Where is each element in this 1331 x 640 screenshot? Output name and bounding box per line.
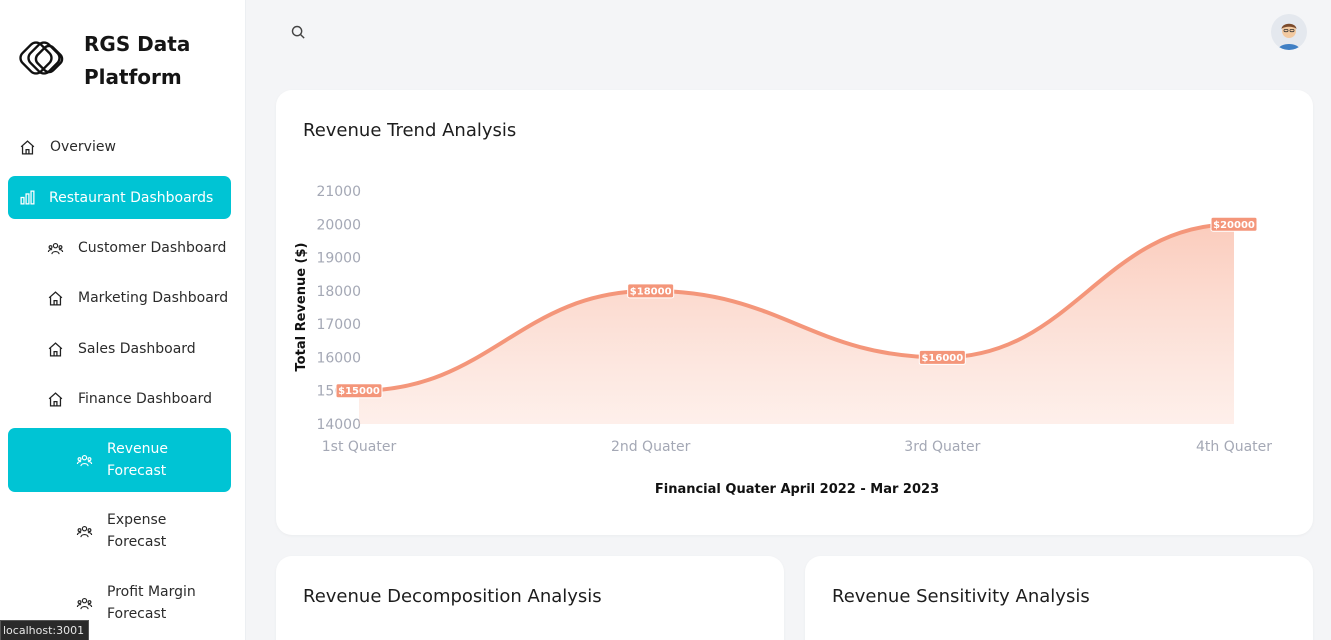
data-label-text: $18000 [630,286,672,297]
y-tick-label: 18000 [316,284,361,300]
sidebar-item-label: Marketing Dashboard [78,290,229,306]
revenue-decomposition-card: Revenue Decomposition Analysis [276,556,784,640]
home-icon [46,390,64,408]
bar-chart-icon [18,189,36,207]
sidebar-item-label: Finance Dashboard [78,391,212,407]
brand-logo-icon [19,41,64,75]
sidebar-item-label: Sales Dashboard [78,341,196,357]
sidebar-item-label: Restaurant Dashboards [49,189,214,206]
status-bar-url: localhost:3001 [0,620,90,640]
sidebar-item-label: Revenue Forecast [107,441,168,479]
y-tick-label: 14000 [316,417,361,433]
sidebar-item-finance-dashboard[interactable]: Finance Dashboard [46,388,212,410]
sidebar-item-overview[interactable]: Overview [18,136,116,158]
data-label-text: $16000 [921,353,963,364]
card-title: Revenue Decomposition Analysis [303,586,602,607]
brand-name: RGS Data Platform [84,32,191,89]
users-icon [75,594,93,612]
sidebar: RGS Data Platform Overview Restaurant Da… [0,0,246,640]
home-icon [46,340,64,358]
x-tick-label: 2nd Quater [611,439,691,455]
users-icon [75,451,93,469]
sidebar-item-label: Expense Forecast [107,512,167,550]
sidebar-item-marketing-dashboard[interactable]: Marketing Dashboard [46,287,228,309]
y-axis-title: Total Revenue ($) [294,243,309,372]
revenue-trend-chart: 1400015000160001700018000190002000021000… [294,184,1272,497]
data-label: $18000 [627,283,675,299]
y-tick-label: 21000 [316,184,361,200]
x-tick-label: 1st Quater [322,439,397,455]
sidebar-item-label: Customer Dashboard [78,240,227,256]
sidebar-item-revenue-forecast[interactable]: Revenue Forecast [8,428,231,492]
avatar-icon[interactable] [1271,14,1307,50]
sidebar-item-customer-dashboard[interactable]: Customer Dashboard [46,237,226,259]
sidebar-item-label: Profit Margin Forecast [107,584,196,622]
home-icon [18,138,36,156]
users-icon [75,522,93,540]
revenue-sensitivity-card: Revenue Sensitivity Analysis [805,556,1313,640]
home-icon [46,289,64,307]
search-icon[interactable] [290,24,307,41]
sidebar-item-label: Overview [50,139,116,155]
y-tick-label: 19000 [316,251,361,267]
brand[interactable]: RGS Data Platform [14,28,204,94]
x-tick-label: 3rd Quater [904,439,980,455]
x-tick-label: 4th Quater [1196,439,1272,455]
sidebar-item-profit-margin-forecast[interactable]: Profit Margin Forecast [75,581,207,625]
card-title: Revenue Sensitivity Analysis [832,586,1090,607]
sidebar-item-restaurant-dashboards[interactable]: Restaurant Dashboards [8,176,231,219]
y-tick-label: 16000 [316,350,361,366]
users-icon [46,239,64,257]
data-label-text: $15000 [338,386,380,397]
revenue-trend-card: Revenue Trend Analysis 14000150001600017… [276,90,1313,535]
data-label: $16000 [918,349,966,365]
data-label-text: $20000 [1213,220,1255,231]
y-tick-label: 20000 [316,217,361,233]
sidebar-item-expense-forecast[interactable]: Expense Forecast [75,509,187,553]
sidebar-item-sales-dashboard[interactable]: Sales Dashboard [46,338,196,360]
data-label: $15000 [335,383,383,399]
data-label: $20000 [1210,216,1258,232]
y-tick-label: 17000 [316,317,361,333]
x-axis-title: Financial Quater April 2022 - Mar 2023 [655,482,939,497]
